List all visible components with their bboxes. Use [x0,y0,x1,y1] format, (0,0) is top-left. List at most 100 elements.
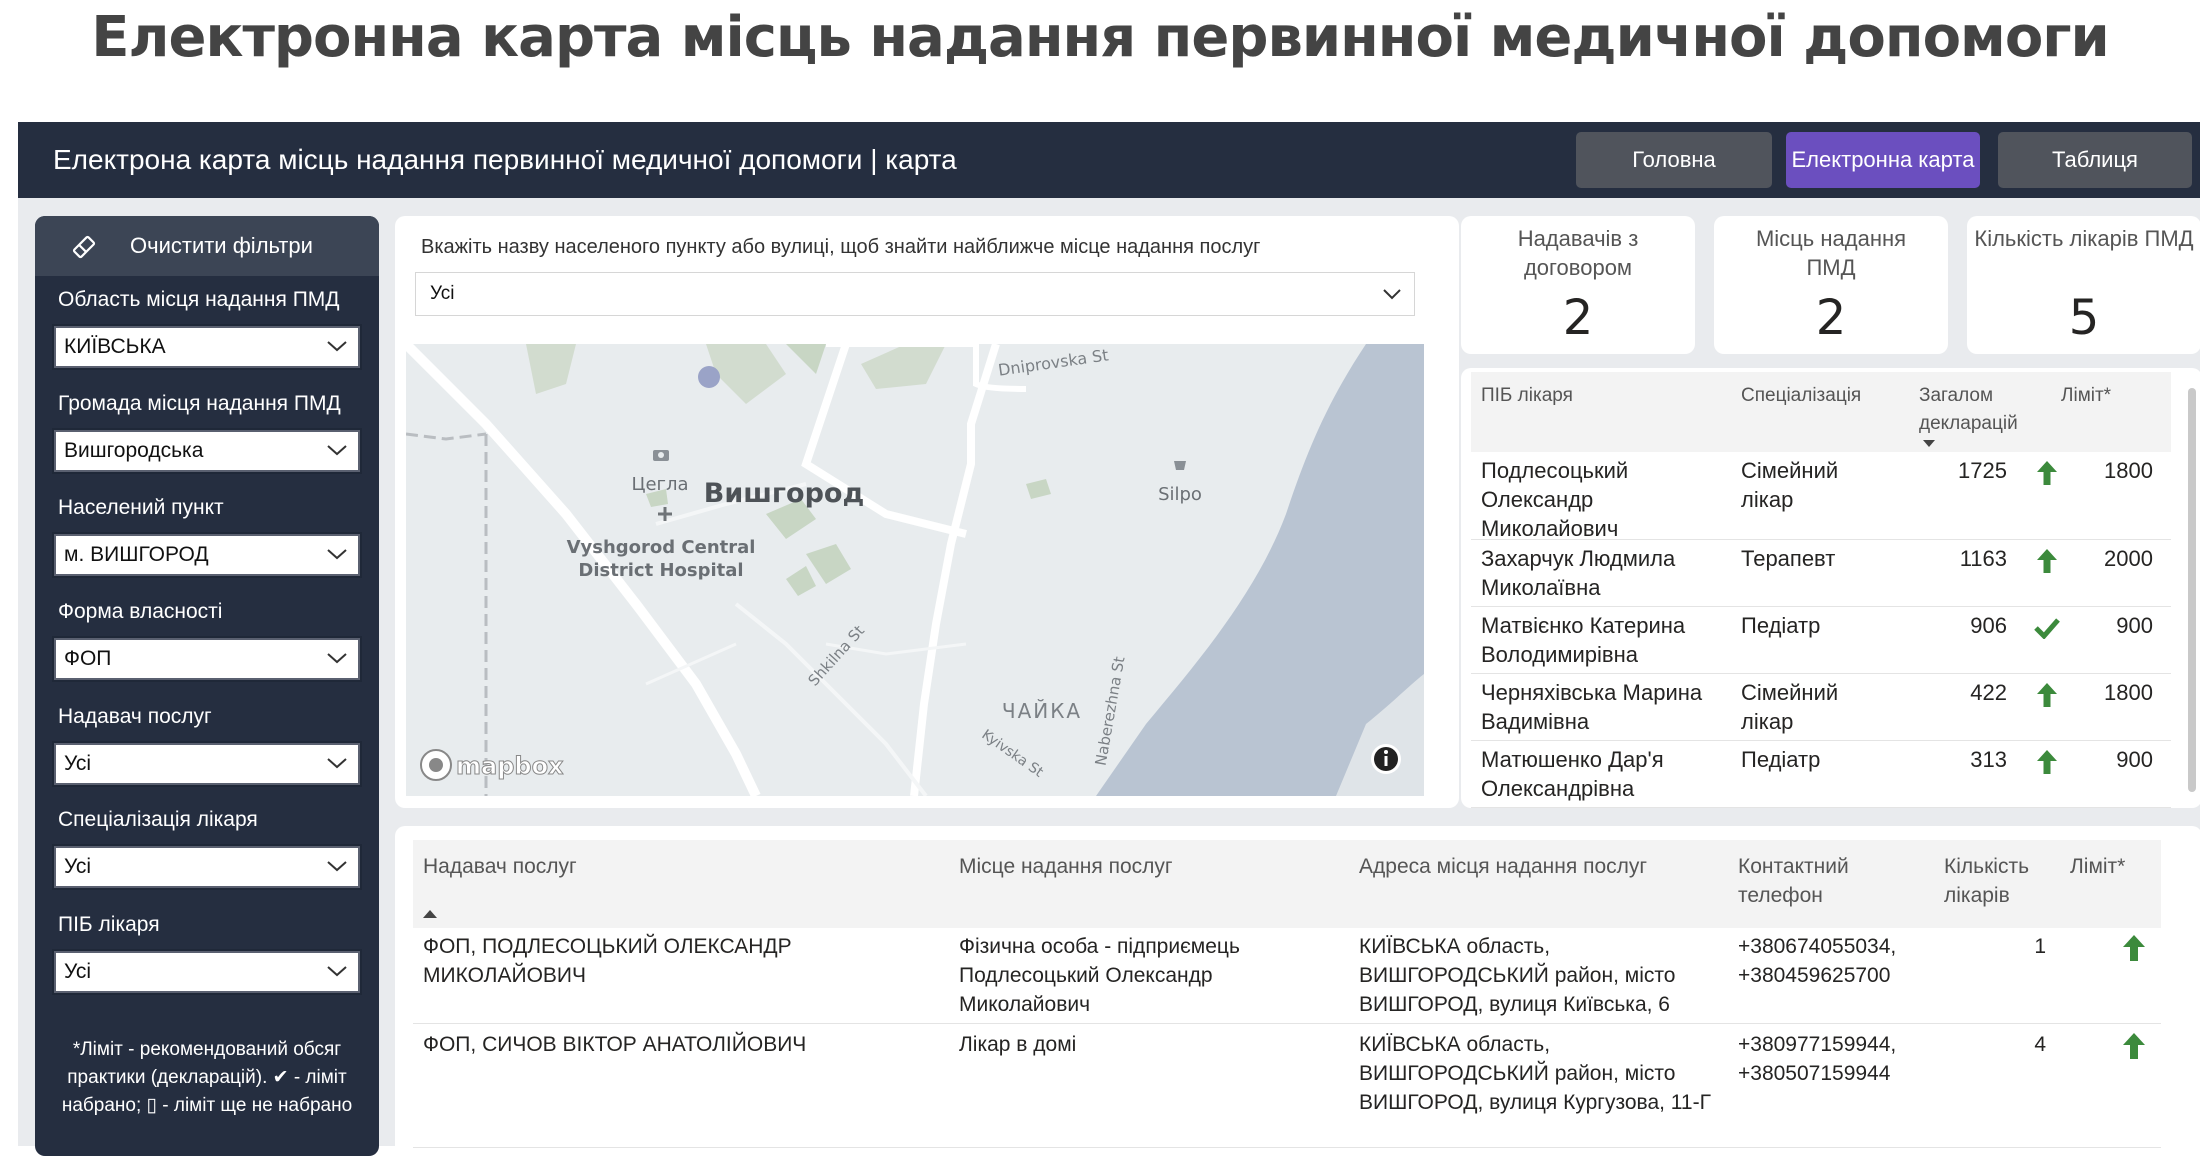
col-header-limit[interactable]: Ліміт* [2070,852,2125,881]
doctor-name: Матюшенко Дар'я Олександрівна [1481,747,1664,801]
arrow-up-icon [2123,935,2145,961]
chevron-down-icon [1383,289,1401,300]
filter-label-provider: Надавач послуг [58,705,212,728]
map-label-city: Вишгород [704,478,865,509]
map-label-district: ЧАЙКА [1002,699,1082,723]
nav-table-button[interactable]: Таблиця [1998,132,2192,188]
table-row[interactable]: ФОП, СИЧОВ ВІКТОР АНАТОЛІЙОВИЧ Лікар в д… [413,1024,2161,1148]
doctor-total: 1725 [1958,458,2007,483]
kpi-providers-value: 2 [1562,290,1594,346]
cart-icon [1174,461,1186,470]
provider-name: ФОП, ПОДЛЕСОЦЬКИЙ ОЛЕКСАНДР МИКОЛАЙОВИЧ [423,935,792,987]
arrow-up-icon [2037,461,2057,485]
doctor-total: 313 [1970,747,2007,772]
arrow-up-icon [2037,683,2057,707]
col-header-doctor-count[interactable]: Кількість лікарів [1944,852,2054,910]
arrow-up-icon [2123,1033,2145,1059]
filter-label-settlement: Населений пункт [58,496,224,519]
nav-main-button[interactable]: Головна [1576,132,1772,188]
doctor-total: 422 [1970,680,2007,705]
kpi-places-value: 2 [1815,290,1847,346]
filter-specialization-select[interactable]: Усі [52,844,362,890]
doctor-spec: Терапевт [1741,546,1836,571]
clear-filters-button[interactable]: Очистити фільтри [35,216,379,276]
doctor-spec: Педіатр [1741,613,1821,638]
col-header-phone[interactable]: Контактний телефон [1738,852,1888,910]
col-header-limit[interactable]: Ліміт* [2061,382,2111,410]
filter-specialization-value: Усі [64,855,92,878]
arrow-up-icon [2037,750,2057,774]
filter-community-value: Вишгородська [64,439,204,462]
filter-provider-select[interactable]: Усі [52,741,362,787]
table-row[interactable]: Матюшенко Дар'я Олександрівна Педіатр 31… [1471,741,2171,808]
mapbox-logo: mapbox [420,749,565,781]
filter-region-select[interactable]: КИЇВСЬКА [52,324,362,370]
doctor-spec: Сімейний лікар [1741,458,1839,512]
table-row[interactable]: Подлесоцький Олександр Миколайович Сімей… [1471,452,2171,541]
providers-table-header: Надавач послуг Місце надання послуг Адре… [413,840,2161,928]
chevron-down-icon [327,549,347,560]
filter-settlement-select[interactable]: м. ВИШГОРОД [52,532,362,578]
doctor-name: Черняхівська Марина Вадимівна [1481,680,1703,734]
doctors-table: ПІБ лікаря Спеціалізація Загалом деклара… [1461,368,2200,808]
doctor-name: Подлесоцький Олександр Миколайович [1481,458,1629,541]
map-label-shop: Silpo [1158,484,1202,505]
page-title: Електронна карта місць надання первинної… [91,5,2110,70]
provider-address: КИЇВСЬКА область, ВИШГОРОДСЬКИЙ район, м… [1359,1033,1711,1114]
provider-name: ФОП, СИЧОВ ВІКТОР АНАТОЛІЙОВИЧ [423,1033,807,1056]
report-header: Електрона карта місць надання первинної … [18,122,2200,198]
filter-label-specialization: Спеціалізація лікаря [58,808,258,831]
col-header-doctor[interactable]: ПІБ лікаря [1481,382,1573,410]
location-search-label: Вкажіть назву населеного пункту або вули… [421,236,1261,258]
filter-doctor-select[interactable]: Усі [52,949,362,995]
limit-footnote: *Ліміт - рекомендований обсяг практики (… [61,1039,353,1116]
doctor-name: Матвієнко Катерина Володимирівна [1481,613,1686,667]
map-view[interactable]: Цегла Vyshgorod Central District Hospital… [406,344,1424,796]
map-panel: Вкажіть назву населеного пункту або вули… [395,216,1459,808]
table-row[interactable]: ФОП, ПОДЛЕСОЦЬКИЙ ОЛЕКСАНДР МИКОЛАЙОВИЧ … [413,928,2161,1024]
location-search-value: Усі [430,283,455,304]
chevron-down-icon [327,758,347,769]
filter-ownership-value: ФОП [64,647,112,670]
location-marker[interactable] [698,366,720,388]
col-header-place[interactable]: Місце надання послуг [959,852,1173,881]
table-row[interactable]: Черняхівська Марина Вадимівна Сімейний л… [1471,674,2171,741]
nav-map-button[interactable]: Електронна карта [1786,132,1980,188]
provider-phone: +380977159944, +380507159944 [1738,1033,1897,1085]
doctors-scrollbar[interactable] [2188,388,2196,792]
filter-label-ownership: Форма власності [58,600,223,623]
filter-label-region: Область місця надання ПМД [58,288,340,311]
doctor-total: 1163 [1959,546,2007,571]
sort-asc-icon [423,910,437,918]
filter-region-value: КИЇВСЬКА [64,335,166,358]
chevron-down-icon [327,861,347,872]
col-header-address[interactable]: Адреса місця надання послуг [1359,852,1647,881]
chevron-down-icon [327,341,347,352]
kpi-doctors-value: 5 [2068,290,2100,346]
filter-provider-value: Усі [64,752,92,775]
info-icon[interactable] [1371,744,1401,774]
svg-text:mapbox: mapbox [456,752,564,780]
col-header-specialization[interactable]: Спеціалізація [1741,382,1861,410]
filter-ownership-select[interactable]: ФОП [52,636,362,682]
kpi-doctors-label: Кількість лікарів ПМД [1974,226,2194,251]
col-header-provider[interactable]: Надавач послуг [423,852,577,881]
doctor-limit: 1800 [2104,680,2153,705]
chevron-down-icon [327,445,347,456]
chevron-down-icon [327,653,347,664]
col-header-declarations[interactable]: Загалом декларацій [1919,382,2049,438]
filter-label-community: Громада місця надання ПМД [58,392,341,415]
provider-phone: +380674055034, +380459625700 [1738,935,1897,987]
doctor-limit: 900 [2116,747,2153,772]
location-search-select[interactable]: Усі [415,272,1415,316]
filter-community-select[interactable]: Вишгородська [52,428,362,474]
doctors-table-header: ПІБ лікаря Спеціалізація Загалом деклара… [1471,372,2171,452]
report-canvas: Електрона карта місць надання первинної … [18,122,2200,1156]
eraser-icon [72,235,96,259]
doctor-limit: 900 [2116,613,2153,638]
filters-panel: Очистити фільтри Область місця надання П… [35,216,379,1156]
table-row[interactable]: Захарчук Людмила Миколаївна Терапевт 116… [1471,540,2171,607]
kpi-providers-label: Надавачів з договором [1517,226,1639,280]
table-row[interactable]: Матвієнко Катерина Володимирівна Педіатр… [1471,607,2171,674]
sort-desc-icon [1923,440,1935,447]
